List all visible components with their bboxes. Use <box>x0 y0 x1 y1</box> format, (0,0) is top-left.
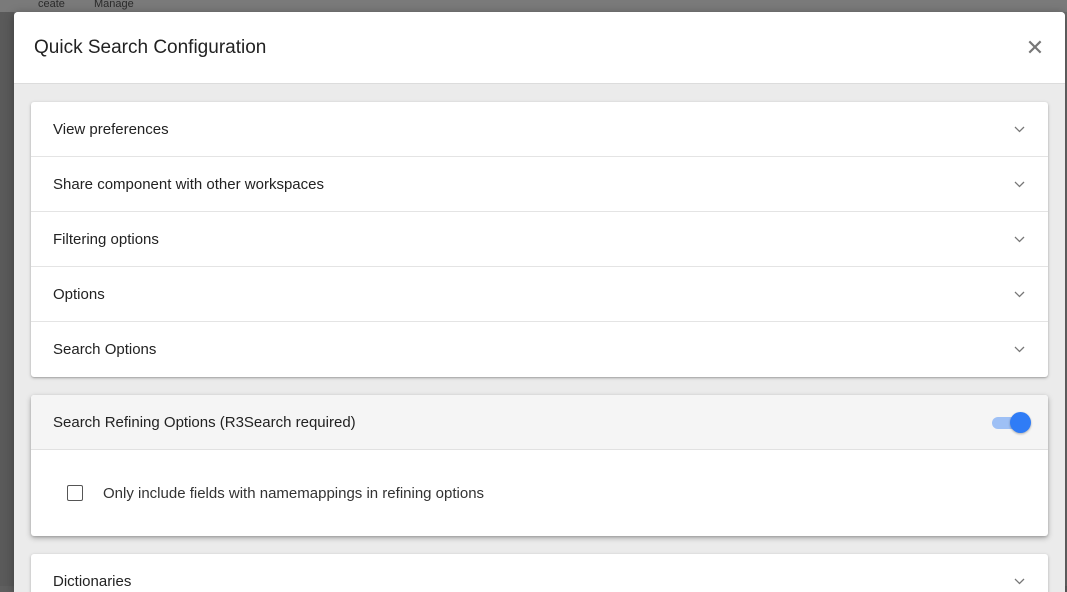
section-filtering-options[interactable]: Filtering options <box>31 212 1048 267</box>
background-menu-bar: ceate Manage <box>0 0 1067 12</box>
section-label: Search Options <box>53 341 157 358</box>
background-menu-item: Manage <box>93 0 134 10</box>
toggle-knob <box>1010 412 1031 433</box>
section-label: Options <box>53 285 105 303</box>
section-search-refining-options: Search Refining Options (R3Search requir… <box>31 395 1048 536</box>
section-label: Dictionaries <box>53 573 132 590</box>
refining-content: Only include fields with namemappings in… <box>31 450 1048 536</box>
quick-search-config-dialog: Quick Search Configuration ✕ View prefer… <box>14 12 1065 592</box>
section-search-options[interactable]: Search Options <box>31 322 1048 377</box>
dialog-body: View preferences Share component with ot… <box>14 84 1065 592</box>
section-label: View preferences <box>53 120 169 138</box>
section-label: Filtering options <box>53 230 159 248</box>
section-label: Share component with other workspaces <box>53 175 324 193</box>
close-button[interactable]: ✕ <box>1023 36 1047 60</box>
namemappings-checkbox[interactable] <box>67 485 83 501</box>
collapsible-sections: View preferences Share component with ot… <box>31 102 1048 377</box>
background-edge <box>0 12 14 586</box>
chevron-down-icon <box>1012 232 1026 246</box>
dialog-title: Quick Search Configuration <box>34 36 267 58</box>
section-dictionaries: Dictionaries <box>31 554 1048 592</box>
section-dictionaries-header[interactable]: Dictionaries <box>31 554 1048 592</box>
refining-header[interactable]: Search Refining Options (R3Search requir… <box>31 395 1048 450</box>
section-share-component[interactable]: Share component with other workspaces <box>31 157 1048 212</box>
refining-label: Search Refining Options (R3Search requir… <box>53 413 356 431</box>
section-options[interactable]: Options <box>31 267 1048 322</box>
chevron-down-icon <box>1012 575 1026 589</box>
chevron-down-icon <box>1012 177 1026 191</box>
refining-toggle[interactable] <box>990 412 1031 433</box>
close-icon: ✕ <box>1025 34 1045 60</box>
namemappings-checkbox-label[interactable]: Only include fields with namemappings in… <box>103 485 484 502</box>
background-menu-item: ceate <box>38 0 65 10</box>
chevron-down-icon <box>1012 287 1026 301</box>
chevron-down-icon <box>1012 343 1026 357</box>
dialog-header: Quick Search Configuration ✕ <box>14 12 1065 84</box>
chevron-down-icon <box>1012 122 1026 136</box>
section-view-preferences[interactable]: View preferences <box>31 102 1048 157</box>
